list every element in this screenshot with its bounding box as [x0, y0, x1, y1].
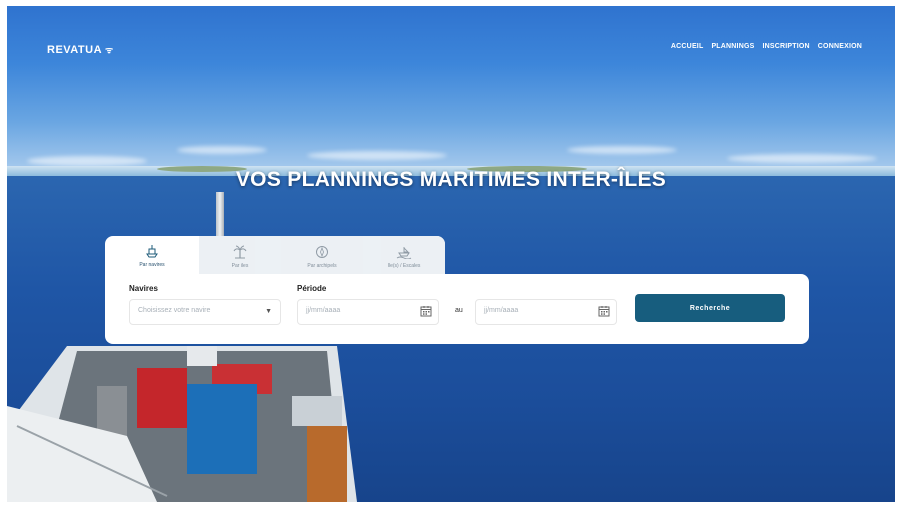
date-to-input[interactable]: jj/mm/aaaa — [475, 299, 617, 325]
palm-tree-icon — [232, 244, 248, 260]
top-nav: ACCUEIL PLANNINGS INSCRIPTION CONNEXION — [671, 43, 862, 50]
tab-label: Ile(s) / Escales — [387, 262, 421, 269]
tab-par-iles[interactable]: Par iles — [199, 236, 281, 276]
chevron-down-icon: ▼ — [265, 308, 272, 315]
calendar-icon[interactable] — [420, 305, 432, 317]
date-to-placeholder: jj/mm/aaaa — [484, 307, 519, 314]
navire-select[interactable]: Choisissez votre navire ▼ — [129, 299, 281, 325]
logo-text: REVATUA — [47, 44, 103, 56]
recherche-button[interactable]: Recherche — [635, 294, 785, 322]
ship-icon — [144, 243, 160, 259]
date-from-input[interactable]: jj/mm/aaaa — [297, 299, 439, 325]
calendar-icon[interactable] — [598, 305, 610, 317]
compass-icon — [314, 244, 330, 260]
tab-label: Par navires — [139, 262, 165, 268]
periode-label: Période — [297, 284, 327, 293]
tab-label: Par iles — [231, 262, 249, 269]
navires-label: Navires — [129, 284, 158, 293]
nav-plannings[interactable]: PLANNINGS — [711, 43, 754, 50]
search-tabs: Par navires Par iles Par archipels Ile(s… — [105, 236, 445, 276]
date-from-placeholder: jj/mm/aaaa — [306, 307, 341, 314]
revatua-logo[interactable]: REVATUA ᯤ — [47, 43, 114, 56]
search-panel: Navires Choisissez votre navire ▼ Périod… — [105, 274, 809, 344]
tab-par-navires[interactable]: Par navires — [111, 236, 193, 276]
hero-title: VOS PLANNINGS MARITIMES INTER-ÎLES — [235, 168, 667, 191]
boat-wave-icon — [396, 244, 412, 260]
nav-inscription[interactable]: INSCRIPTION — [762, 43, 809, 50]
au-label: au — [455, 307, 463, 314]
wifi-icon: ᯤ — [102, 45, 114, 55]
nav-accueil[interactable]: ACCUEIL — [671, 43, 704, 50]
tab-iles-escales[interactable]: Ile(s) / Escales — [363, 236, 445, 276]
tab-label: Par archipels — [307, 262, 337, 269]
page-frame: REVATUA ᯤ ACCUEIL PLANNINGS INSCRIPTION … — [7, 6, 895, 502]
navire-placeholder: Choisissez votre navire — [138, 307, 211, 314]
tab-par-archipels[interactable]: Par archipels — [281, 236, 363, 276]
nav-connexion[interactable]: CONNEXION — [818, 43, 862, 50]
